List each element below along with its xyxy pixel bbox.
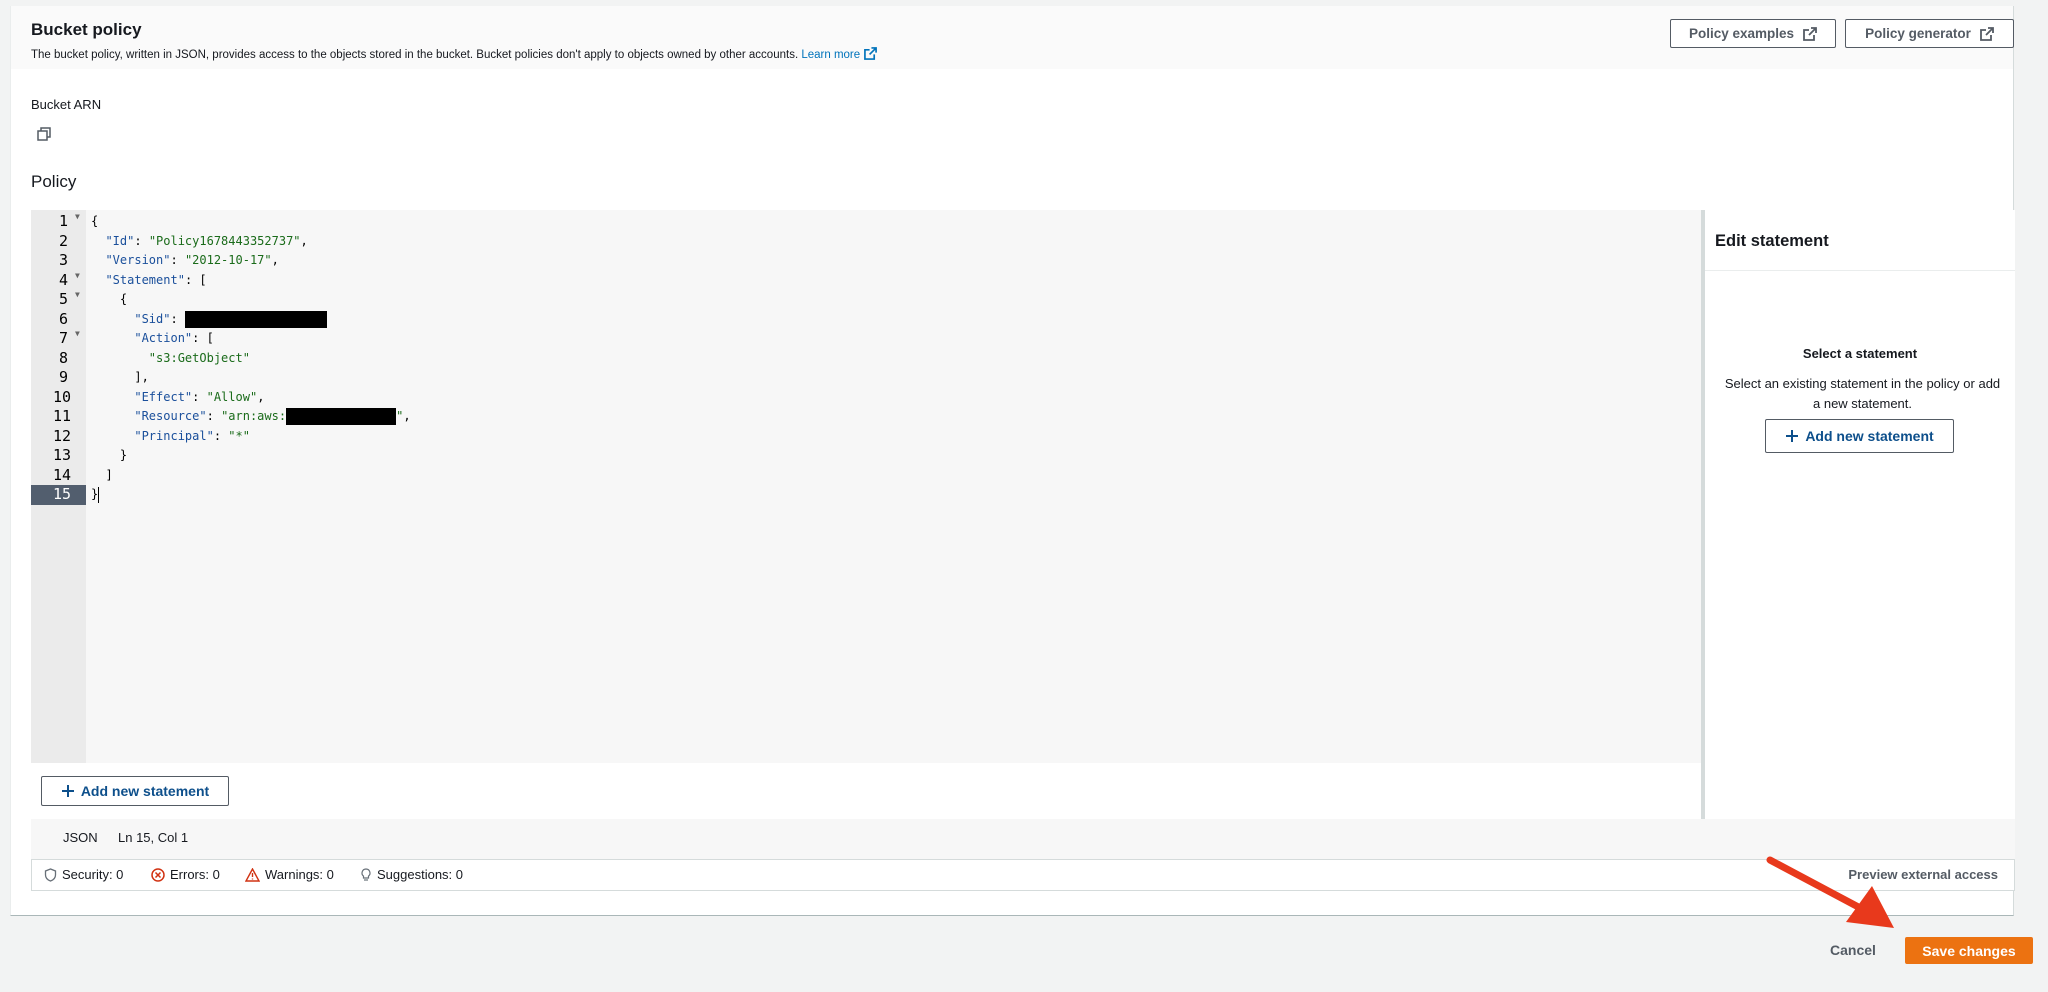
cursor-position: Ln 15, Col 1 bbox=[118, 830, 189, 845]
policy-code-editor[interactable]: 1 ▼ 2 3 4 ▼ 5 ▼ 6 7 ▼ 8 9 10 11 12 13 14 15 … bbox=[31, 210, 1701, 763]
fold-arrow-icon[interactable]: ▼ bbox=[75, 329, 80, 338]
page-description: The bucket policy, written in JSON, prov… bbox=[31, 47, 878, 61]
line-number: 1 ▼ bbox=[59, 212, 80, 230]
line-number: 14 bbox=[53, 465, 72, 484]
redacted-block bbox=[184, 310, 327, 328]
description-text: The bucket policy, written in JSON, prov… bbox=[31, 49, 799, 61]
editor-status-bar: JSON Ln 15, Col 1 bbox=[31, 819, 2015, 859]
code-line: "Sid": bbox=[91, 310, 327, 330]
line-number-active: 15 bbox=[31, 485, 86, 505]
external-link-icon bbox=[1979, 26, 1994, 41]
error-icon bbox=[151, 867, 165, 882]
panel-header: Bucket policy The bucket policy, written… bbox=[11, 6, 2014, 69]
line-number: 3 bbox=[59, 251, 69, 269]
select-statement-heading: Select a statement bbox=[1802, 346, 1918, 361]
edit-statement-title: Edit statement bbox=[1715, 232, 1829, 250]
page-title: Bucket policy bbox=[31, 20, 142, 39]
divider bbox=[1705, 270, 2015, 271]
code-line: } bbox=[91, 486, 100, 503]
redacted-block bbox=[286, 408, 397, 425]
code-line: "Effect": "Allow", bbox=[134, 389, 265, 404]
code-line: "Principal": "*" bbox=[134, 428, 250, 443]
policy-examples-button[interactable]: Policy examples bbox=[1670, 19, 1836, 48]
code-line: } bbox=[119, 448, 128, 462]
line-number: 5 ▼ bbox=[59, 290, 80, 308]
select-statement-text: Select an existing statement in the poli… bbox=[1724, 376, 2001, 411]
code-line: "Id": "Policy1678443352737", bbox=[105, 233, 308, 248]
text-cursor bbox=[98, 486, 100, 503]
code-line: { bbox=[91, 214, 99, 228]
cancel-button[interactable]: Cancel bbox=[1808, 938, 1898, 962]
add-statement-row: Add new statement bbox=[31, 763, 1701, 819]
lightbulb-icon bbox=[361, 867, 371, 881]
save-changes-button[interactable]: Save changes bbox=[1905, 937, 2033, 964]
line-number: 10 bbox=[53, 387, 72, 406]
add-new-statement-button[interactable]: Add new statement bbox=[41, 776, 229, 806]
bucket-arn-label: Bucket ARN bbox=[31, 97, 102, 112]
copy-icon[interactable] bbox=[37, 127, 51, 141]
security-count[interactable]: Security: 0 bbox=[44, 867, 123, 882]
edit-statement-panel: Edit statement Select a statement Select… bbox=[1705, 210, 2015, 819]
code-line: ] bbox=[105, 467, 113, 482]
line-number: 11 bbox=[53, 407, 72, 425]
code-line: "Statement": [ bbox=[105, 272, 207, 287]
validation-bar: Security: 0 Errors: 0 Warnings: 0 Sugges… bbox=[31, 859, 2015, 891]
code-line: "Version": "2012-10-17", bbox=[105, 253, 279, 267]
code-line: "Resource": "arn:aws: ", bbox=[134, 408, 411, 425]
fold-arrow-icon[interactable]: ▼ bbox=[75, 290, 80, 299]
line-number: 6 bbox=[59, 309, 69, 328]
shield-icon bbox=[44, 867, 57, 882]
line-number: 2 bbox=[59, 231, 69, 250]
line-number: 9 bbox=[59, 368, 69, 386]
errors-count[interactable]: Errors: 0 bbox=[151, 867, 220, 882]
plus-icon bbox=[1786, 430, 1799, 442]
code-line: ], bbox=[134, 370, 149, 384]
line-number: 12 bbox=[53, 426, 72, 445]
line-number: 4 ▼ bbox=[59, 270, 80, 289]
external-link-icon bbox=[1803, 26, 1817, 41]
line-number: 7 ▼ bbox=[59, 329, 80, 347]
warnings-count[interactable]: Warnings: 0 bbox=[245, 867, 334, 882]
code-line: "s3:GetObject" bbox=[148, 350, 250, 365]
external-link-icon bbox=[864, 47, 878, 60]
policy-generator-button[interactable]: Policy generator bbox=[1845, 19, 2014, 48]
warning-icon bbox=[245, 867, 260, 882]
red-arrow-annotation bbox=[1766, 856, 1894, 928]
line-number: 8 bbox=[59, 348, 69, 367]
fold-arrow-icon[interactable]: ▼ bbox=[75, 271, 80, 280]
side-add-new-statement-button[interactable]: Add new statement bbox=[1765, 419, 1954, 453]
line-number: 13 bbox=[53, 446, 72, 464]
suggestions-count[interactable]: Suggestions: 0 bbox=[360, 867, 463, 882]
code-line: "Action": [ bbox=[134, 331, 214, 345]
plus-icon bbox=[61, 785, 74, 797]
learn-more-link[interactable]: Learn more bbox=[801, 47, 878, 61]
bucket-policy-panel: Bucket policy The bucket policy, written… bbox=[10, 6, 2015, 916]
policy-label: Policy bbox=[31, 172, 77, 191]
fold-arrow-icon[interactable]: ▼ bbox=[75, 212, 80, 221]
language-indicator: JSON bbox=[63, 830, 98, 845]
code-line: { bbox=[119, 292, 128, 306]
line-number-gutter: 1 ▼ 2 3 4 ▼ 5 ▼ 6 7 ▼ 8 9 10 11 12 13 14 15 bbox=[31, 210, 86, 763]
